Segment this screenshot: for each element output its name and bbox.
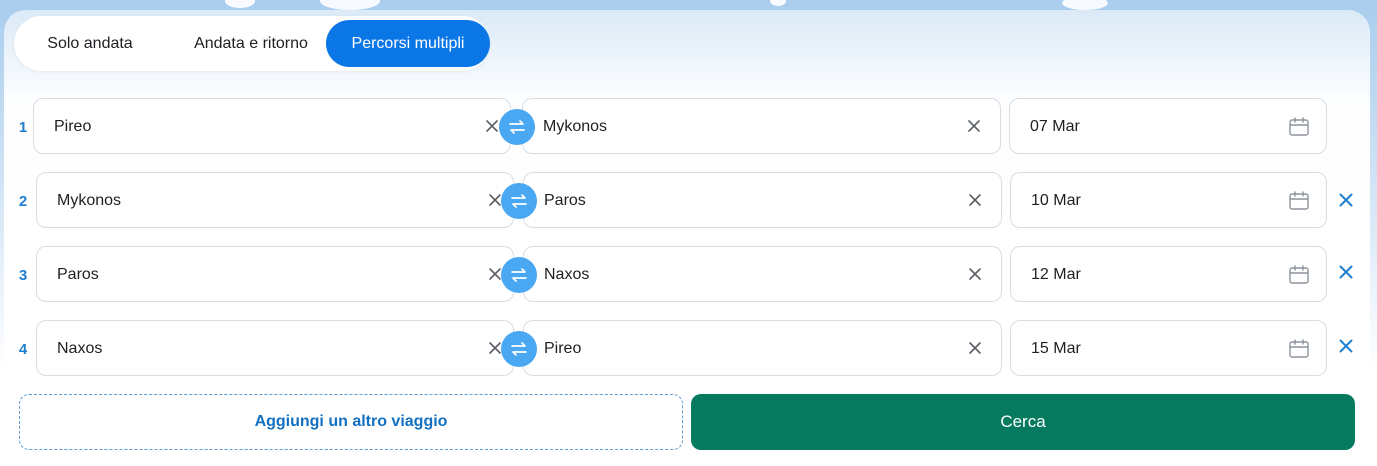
cloud-decoration: [1062, 0, 1108, 10]
cloud-decoration: [770, 0, 786, 6]
origin-field[interactable]: Mykonos: [36, 172, 514, 228]
destination-field[interactable]: Paros: [523, 172, 1002, 228]
date-field[interactable]: 07 Mar: [1009, 98, 1327, 154]
trip-number: 3: [18, 267, 28, 284]
destination-value: Mykonos: [543, 118, 608, 135]
add-trip-label: Aggiungi un altro viaggio: [254, 413, 448, 430]
trip-number: 1: [18, 119, 28, 136]
date-field[interactable]: 15 Mar: [1010, 320, 1327, 376]
calendar-icon: [1289, 191, 1309, 210]
date-field[interactable]: 12 Mar: [1010, 246, 1327, 302]
cloud-decoration: [320, 0, 380, 10]
close-icon[interactable]: [965, 190, 985, 210]
remove-trip-icon[interactable]: [1336, 190, 1356, 210]
tab-round-trip[interactable]: Andata e ritorno: [166, 20, 336, 67]
origin-value: Naxos: [57, 340, 103, 357]
date-value: 10 Mar: [1031, 192, 1081, 209]
swap-arrows-icon[interactable]: [499, 109, 535, 145]
origin-value: Pireo: [54, 118, 92, 135]
origin-field[interactable]: Pireo: [33, 98, 511, 154]
remove-trip-icon[interactable]: [1336, 336, 1356, 356]
destination-field[interactable]: Naxos: [523, 246, 1002, 302]
close-icon[interactable]: [965, 264, 985, 284]
remove-trip-icon[interactable]: [1336, 262, 1356, 282]
search-label: Cerca: [1000, 412, 1046, 431]
date-value: 12 Mar: [1031, 266, 1081, 283]
cloud-decoration: [225, 0, 255, 8]
calendar-icon: [1289, 339, 1309, 358]
origin-value: Paros: [57, 266, 99, 283]
origin-field[interactable]: Paros: [36, 246, 514, 302]
destination-value: Pireo: [544, 340, 582, 357]
trip-number: 2: [18, 193, 28, 210]
destination-field[interactable]: Mykonos: [522, 98, 1001, 154]
origin-value: Mykonos: [57, 192, 122, 209]
date-value: 15 Mar: [1031, 340, 1081, 357]
close-icon[interactable]: [965, 338, 985, 358]
destination-value: Paros: [544, 192, 586, 209]
trip-number: 4: [18, 341, 28, 358]
date-field[interactable]: 10 Mar: [1010, 172, 1327, 228]
tab-one-way[interactable]: Solo andata: [20, 20, 160, 67]
calendar-icon: [1289, 265, 1309, 284]
date-value: 07 Mar: [1030, 118, 1080, 135]
add-trip-button[interactable]: Aggiungi un altro viaggio: [19, 394, 683, 450]
destination-value: Naxos: [544, 266, 590, 283]
calendar-icon: [1289, 117, 1309, 136]
tab-multi-city[interactable]: Percorsi multipli: [326, 20, 490, 67]
destination-field[interactable]: Pireo: [523, 320, 1002, 376]
close-icon[interactable]: [964, 116, 984, 136]
origin-field[interactable]: Naxos: [36, 320, 514, 376]
trip-type-tabs: Solo andata Andata e ritorno Percorsi mu…: [14, 16, 490, 71]
search-button[interactable]: Cerca: [691, 394, 1355, 450]
search-panel: [4, 10, 1370, 460]
swap-arrows-icon[interactable]: [501, 257, 537, 293]
swap-arrows-icon[interactable]: [501, 331, 537, 367]
swap-arrows-icon[interactable]: [501, 183, 537, 219]
